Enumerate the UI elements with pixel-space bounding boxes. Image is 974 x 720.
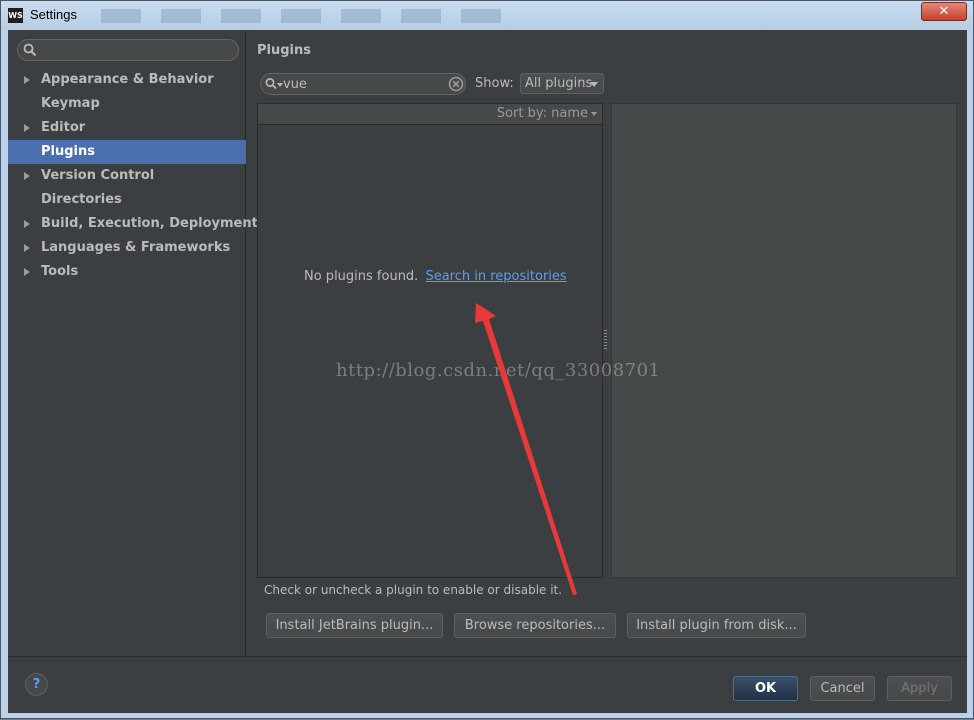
settings-window: WS Settings ✕ Appearance & Behavior Keyma… <box>0 0 974 719</box>
red-annotation-arrow <box>475 303 577 595</box>
